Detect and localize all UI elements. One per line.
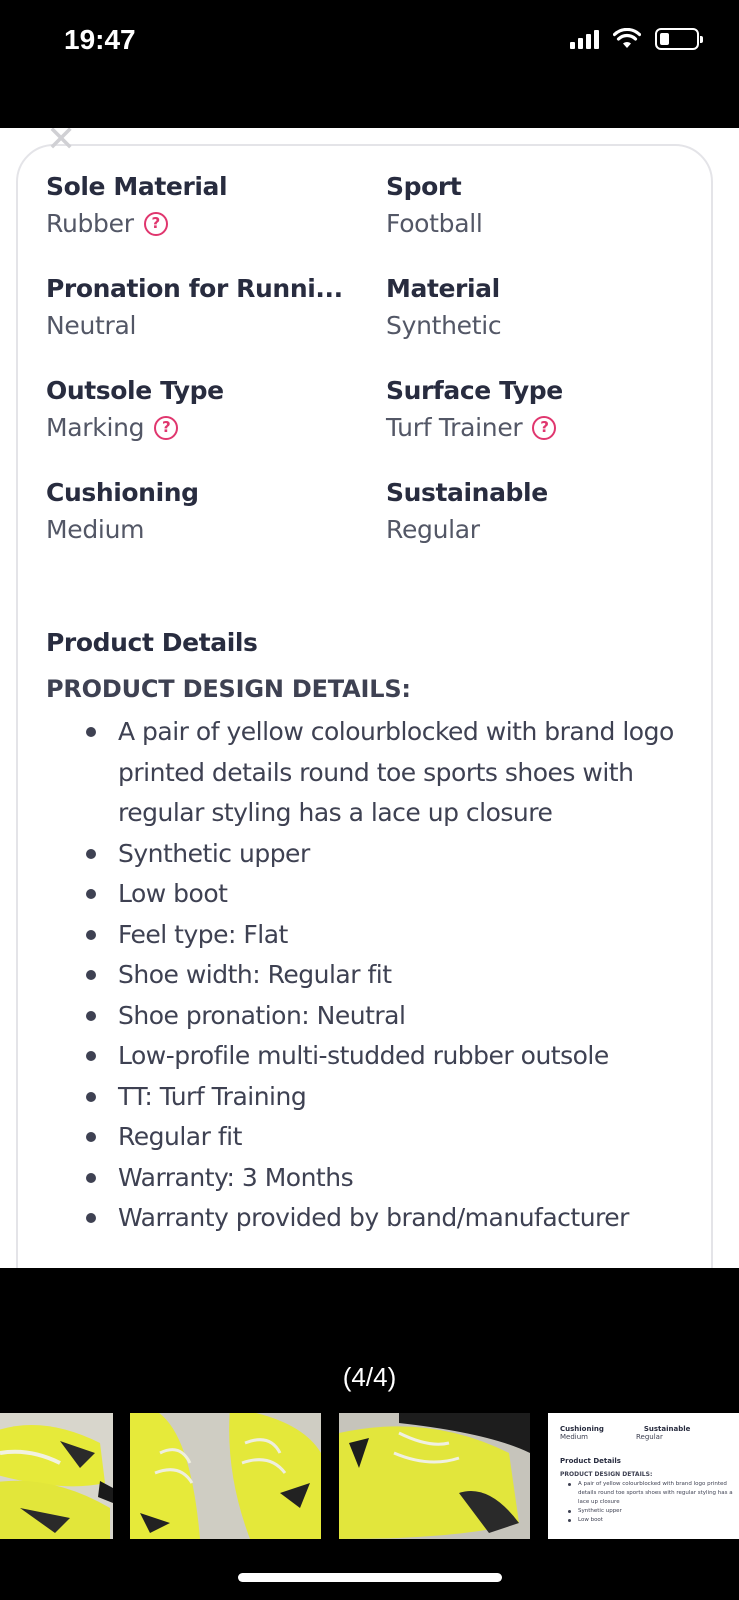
spec-label: Cushioning [46, 478, 199, 507]
spec-sustainable: Sustainable Regular [386, 478, 686, 544]
battery-icon [655, 28, 703, 50]
list-item: A pair of yellow colourblocked with bran… [46, 712, 686, 834]
list-item: Low boot [560, 1516, 735, 1525]
spec-label: Surface Type [386, 376, 563, 405]
cellular-signal-icon [570, 29, 599, 49]
preview-list: A pair of yellow colourblocked with bran… [560, 1480, 735, 1525]
thumbnail-4-selected[interactable]: Cushioning Sustainable Medium Regular Pr… [548, 1413, 739, 1539]
help-icon[interactable]: ? [532, 415, 557, 440]
spec-label: Sport [386, 172, 462, 201]
spec-sport: Sport Football [386, 172, 686, 238]
spec-value: Medium [46, 515, 145, 544]
image-counter: (4/4) [342, 1362, 397, 1392]
list-item: Synthetic upper [560, 1507, 735, 1516]
spec-value: Neutral [46, 311, 137, 340]
spec-sole-material: Sole Material Rubber? [46, 172, 386, 238]
list-item: Shoe width: Regular fit [46, 955, 686, 996]
list-item: Feel type: Flat [46, 915, 686, 956]
preview-label: Sustainable [643, 1425, 691, 1433]
status-time: 19:47 [64, 24, 136, 55]
shoe-photo-image [339, 1413, 530, 1539]
spec-surface-type: Surface Type Turf Trainer? [386, 376, 686, 442]
list-item: Shoe pronation: Neutral [46, 996, 686, 1037]
spec-label: Outsole Type [46, 376, 224, 405]
spec-label: Pronation for Runni... [46, 274, 343, 303]
help-icon[interactable]: ? [154, 415, 179, 440]
wifi-icon [613, 28, 641, 48]
list-item: Synthetic upper [46, 834, 686, 875]
spec-value: Synthetic [386, 311, 502, 340]
home-indicator[interactable] [238, 1573, 502, 1582]
close-icon[interactable]: ✕ [46, 128, 80, 158]
list-item: Warranty provided by brand/manufacturer [46, 1198, 686, 1239]
preview-value: Regular [636, 1433, 663, 1441]
product-details-list: A pair of yellow colourblocked with bran… [46, 712, 686, 1239]
spec-value: Marking [46, 413, 145, 442]
list-item: Low boot [46, 874, 686, 915]
shoe-photo-image [0, 1413, 113, 1539]
list-item: A pair of yellow colourblocked with bran… [560, 1480, 735, 1507]
spec-material: Material Synthetic [386, 274, 686, 340]
preview-value: Medium [560, 1433, 588, 1441]
help-icon[interactable]: ? [143, 211, 168, 236]
list-item: Regular fit [46, 1117, 686, 1158]
spec-pronation: Pronation for Runni... Neutral [46, 274, 386, 340]
spec-cushioning: Cushioning Medium [46, 478, 386, 544]
list-item: Low-profile multi-studded rubber outsole [46, 1036, 686, 1077]
thumbnail-3[interactable] [339, 1413, 530, 1539]
spec-label: Sustainable [386, 478, 548, 507]
preview-title: Product Details [560, 1457, 621, 1465]
product-design-details-heading: PRODUCT DESIGN DETAILS: [46, 675, 411, 703]
image-viewer-content: ✕ Sole Material Rubber? Sport Football P… [0, 128, 739, 1268]
list-item: TT: Turf Training [46, 1077, 686, 1118]
status-bar: 19:47 [0, 0, 739, 128]
spec-outsole-type: Outsole Type Marking? [46, 376, 386, 442]
spec-value: Regular [386, 515, 480, 544]
status-icons [570, 28, 703, 50]
shoe-photo-image [130, 1413, 321, 1539]
preview-subtitle: PRODUCT DESIGN DETAILS: [560, 1471, 653, 1478]
details-preview: Cushioning Sustainable Medium Regular Pr… [560, 1425, 735, 1525]
spec-value: Turf Trainer [386, 413, 523, 442]
thumbnail-2[interactable] [130, 1413, 321, 1539]
thumbnail-strip[interactable]: Cushioning Sustainable Medium Regular Pr… [0, 1413, 739, 1539]
spec-value: Rubber [46, 209, 134, 238]
thumbnail-1[interactable] [0, 1413, 113, 1539]
preview-label: Cushioning [560, 1425, 604, 1433]
list-item: Warranty: 3 Months [46, 1158, 686, 1199]
product-details-title: Product Details [46, 628, 258, 657]
spec-label: Sole Material [46, 172, 228, 201]
spec-value: Football [386, 209, 483, 238]
specifications-grid: Sole Material Rubber? Sport Football Pro… [46, 172, 686, 544]
spec-label: Material [386, 274, 500, 303]
